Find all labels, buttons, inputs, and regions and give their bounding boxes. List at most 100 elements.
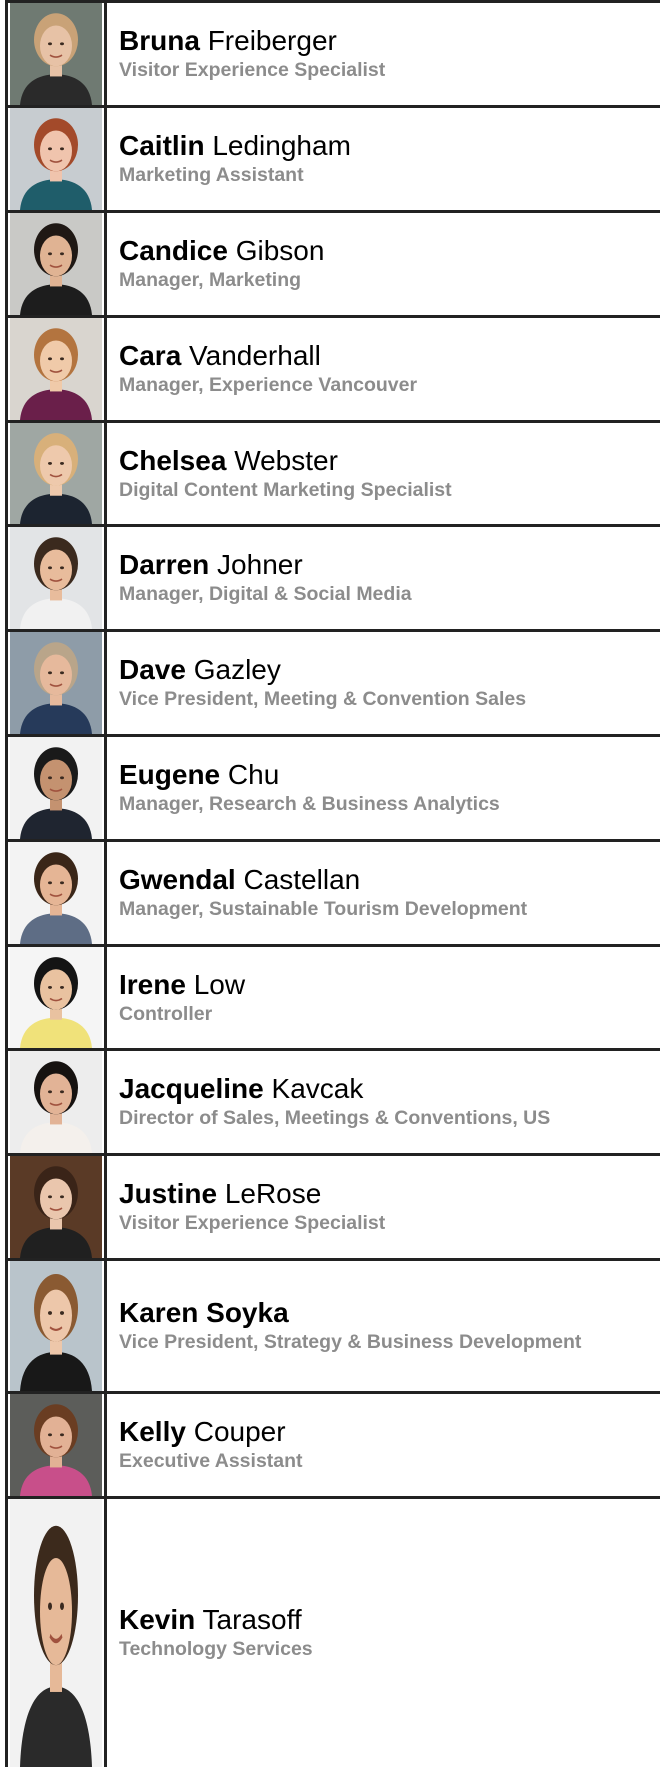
- staff-photo: [10, 318, 102, 420]
- staff-row[interactable]: Bruna Freiberger Visitor Experience Speci…: [5, 0, 660, 105]
- staff-name[interactable]: Irene Low: [119, 969, 660, 1001]
- staff-photo: [10, 108, 102, 210]
- job-title: Visitor Experience Specialist: [119, 1212, 386, 1234]
- last-name: Kavcak: [271, 1073, 364, 1104]
- first-name: Kelly: [119, 1416, 186, 1447]
- staff-name[interactable]: Jacqueline Kavcak: [119, 1073, 660, 1105]
- last-name: Gibson: [235, 235, 325, 266]
- staff-info: Karen Soyka Vice President, Strategy & Bu…: [107, 1261, 660, 1391]
- photo-cell: [8, 1156, 107, 1258]
- staff-row[interactable]: Eugene Chu Manager, Research & Business A…: [5, 734, 660, 839]
- staff-info: Caitlin Ledingham Marketing Assistant: [107, 108, 660, 210]
- staff-name[interactable]: Karen Soyka: [119, 1297, 660, 1329]
- photo-cell: [8, 1261, 107, 1391]
- staff-name[interactable]: Cara Vanderhall: [119, 340, 660, 372]
- staff-name[interactable]: Dave Gazley: [119, 654, 660, 686]
- first-name: Jacqueline: [119, 1073, 264, 1104]
- photo-cell: [8, 527, 107, 629]
- staff-photo: [10, 423, 102, 524]
- staff-name[interactable]: Justine LeRose: [119, 1178, 660, 1210]
- first-name: Eugene: [119, 759, 221, 790]
- staff-photo: [10, 213, 102, 315]
- staff-list: Bruna Freiberger Visitor Experience Speci…: [0, 0, 660, 1767]
- job-title: Manager, Sustainable Tourism Development: [119, 898, 528, 920]
- job-title: Vice President, Meeting & Convention Sal…: [119, 688, 527, 710]
- last-name: Johner: [217, 549, 303, 580]
- first-name: Bruna: [119, 25, 200, 56]
- job-title: Digital Content Marketing Specialist: [119, 478, 452, 501]
- staff-name[interactable]: Darren Johner: [119, 549, 660, 581]
- staff-photo: [10, 632, 102, 734]
- staff-photo: [10, 947, 102, 1048]
- staff-row[interactable]: Dave Gazley Vice President, Meeting & Con…: [5, 629, 660, 734]
- first-name: Irene: [119, 968, 186, 1000]
- staff-info: Bruna Freiberger Visitor Experience Speci…: [107, 3, 660, 105]
- job-title: Technology Services: [119, 1638, 313, 1660]
- staff-photo: [10, 527, 102, 629]
- first-name: Dave: [119, 654, 186, 685]
- staff-info: Irene Low Controller: [107, 947, 660, 1048]
- photo-cell: [8, 632, 107, 734]
- staff-row[interactable]: Justine LeRose Visitor Experience Special…: [5, 1153, 660, 1258]
- first-name: Kevin: [119, 1604, 196, 1635]
- last-name: Gazley: [193, 654, 281, 685]
- staff-row[interactable]: Kevin Tarasoff Technology Services: [5, 1496, 660, 1767]
- staff-photo: [10, 842, 102, 944]
- staff-photo: [10, 3, 102, 105]
- job-title: Manager, Experience Vancouver: [119, 374, 418, 396]
- staff-row[interactable]: Caitlin Ledingham Marketing Assistant: [5, 105, 660, 210]
- staff-info: Cara Vanderhall Manager, Experience Vanco…: [107, 318, 660, 420]
- staff-info: Justine LeRose Visitor Experience Special…: [107, 1156, 660, 1258]
- first-name: Caitlin: [119, 130, 205, 161]
- photo-cell: [8, 1499, 107, 1767]
- staff-name[interactable]: Eugene Chu: [119, 759, 660, 791]
- staff-info: Eugene Chu Manager, Research & Business A…: [107, 737, 660, 839]
- staff-name[interactable]: Chelsea Webster: [119, 445, 660, 477]
- staff-info: Chelsea Webster Digital Content Marketing…: [107, 423, 660, 524]
- last-name: Couper: [193, 1416, 286, 1447]
- staff-row[interactable]: Jacqueline Kavcak Director of Sales, Meet…: [5, 1048, 660, 1153]
- staff-name[interactable]: Kevin Tarasoff: [119, 1604, 660, 1636]
- job-title: Manager, Research & Business Analytics: [119, 793, 500, 815]
- first-name: Cara: [119, 340, 182, 371]
- staff-info: Jacqueline Kavcak Director of Sales, Meet…: [107, 1051, 660, 1153]
- last-name: Tarasoff: [202, 1604, 302, 1635]
- photo-cell: [8, 842, 107, 944]
- first-name: Justine: [119, 1178, 218, 1209]
- job-title: Visitor Experience Specialist: [119, 59, 386, 81]
- photo-cell: [8, 213, 107, 315]
- photo-cell: [8, 947, 107, 1048]
- staff-name[interactable]: Caitlin Ledingham: [119, 130, 660, 162]
- first-name: Gwendal: [119, 864, 236, 895]
- job-title: Director of Sales, Meetings & Convention…: [119, 1107, 551, 1129]
- photo-cell: [8, 318, 107, 420]
- staff-photo: [10, 1261, 102, 1391]
- staff-row[interactable]: Chelsea Webster Digital Content Marketing…: [5, 420, 660, 524]
- staff-name[interactable]: Candice Gibson: [119, 235, 660, 267]
- first-name: Candice: [119, 235, 228, 266]
- staff-info: Kelly Couper Executive Assistant: [107, 1394, 660, 1496]
- staff-row[interactable]: Karen Soyka Vice President, Strategy & Bu…: [5, 1258, 660, 1391]
- job-title: Controller: [119, 1002, 213, 1025]
- last-name: Castellan: [243, 864, 361, 895]
- staff-name[interactable]: Kelly Couper: [119, 1416, 660, 1448]
- photo-cell: [8, 1051, 107, 1153]
- staff-row[interactable]: Darren Johner Manager, Digital & Social M…: [5, 524, 660, 629]
- staff-row[interactable]: Cara Vanderhall Manager, Experience Vanco…: [5, 315, 660, 420]
- staff-photo: [10, 737, 102, 839]
- staff-photo: [10, 1051, 102, 1153]
- staff-name[interactable]: Gwendal Castellan: [119, 864, 660, 896]
- last-name: Low: [193, 968, 246, 1000]
- job-title: Vice President, Strategy & Business Deve…: [119, 1331, 582, 1353]
- staff-info: Darren Johner Manager, Digital & Social M…: [107, 527, 660, 629]
- staff-name[interactable]: Bruna Freiberger: [119, 25, 660, 57]
- staff-row[interactable]: Gwendal Castellan Manager, Sustainable To…: [5, 839, 660, 944]
- photo-cell: [8, 423, 107, 524]
- staff-row[interactable]: Irene Low Controller: [5, 944, 660, 1048]
- last-name: Chu: [227, 759, 280, 790]
- last-name: Freiberger: [207, 25, 337, 56]
- staff-row[interactable]: Kelly Couper Executive Assistant: [5, 1391, 660, 1496]
- staff-row[interactable]: Candice Gibson Manager, Marketing: [5, 210, 660, 315]
- last-name: LeRose: [224, 1178, 322, 1209]
- photo-cell: [8, 1394, 107, 1496]
